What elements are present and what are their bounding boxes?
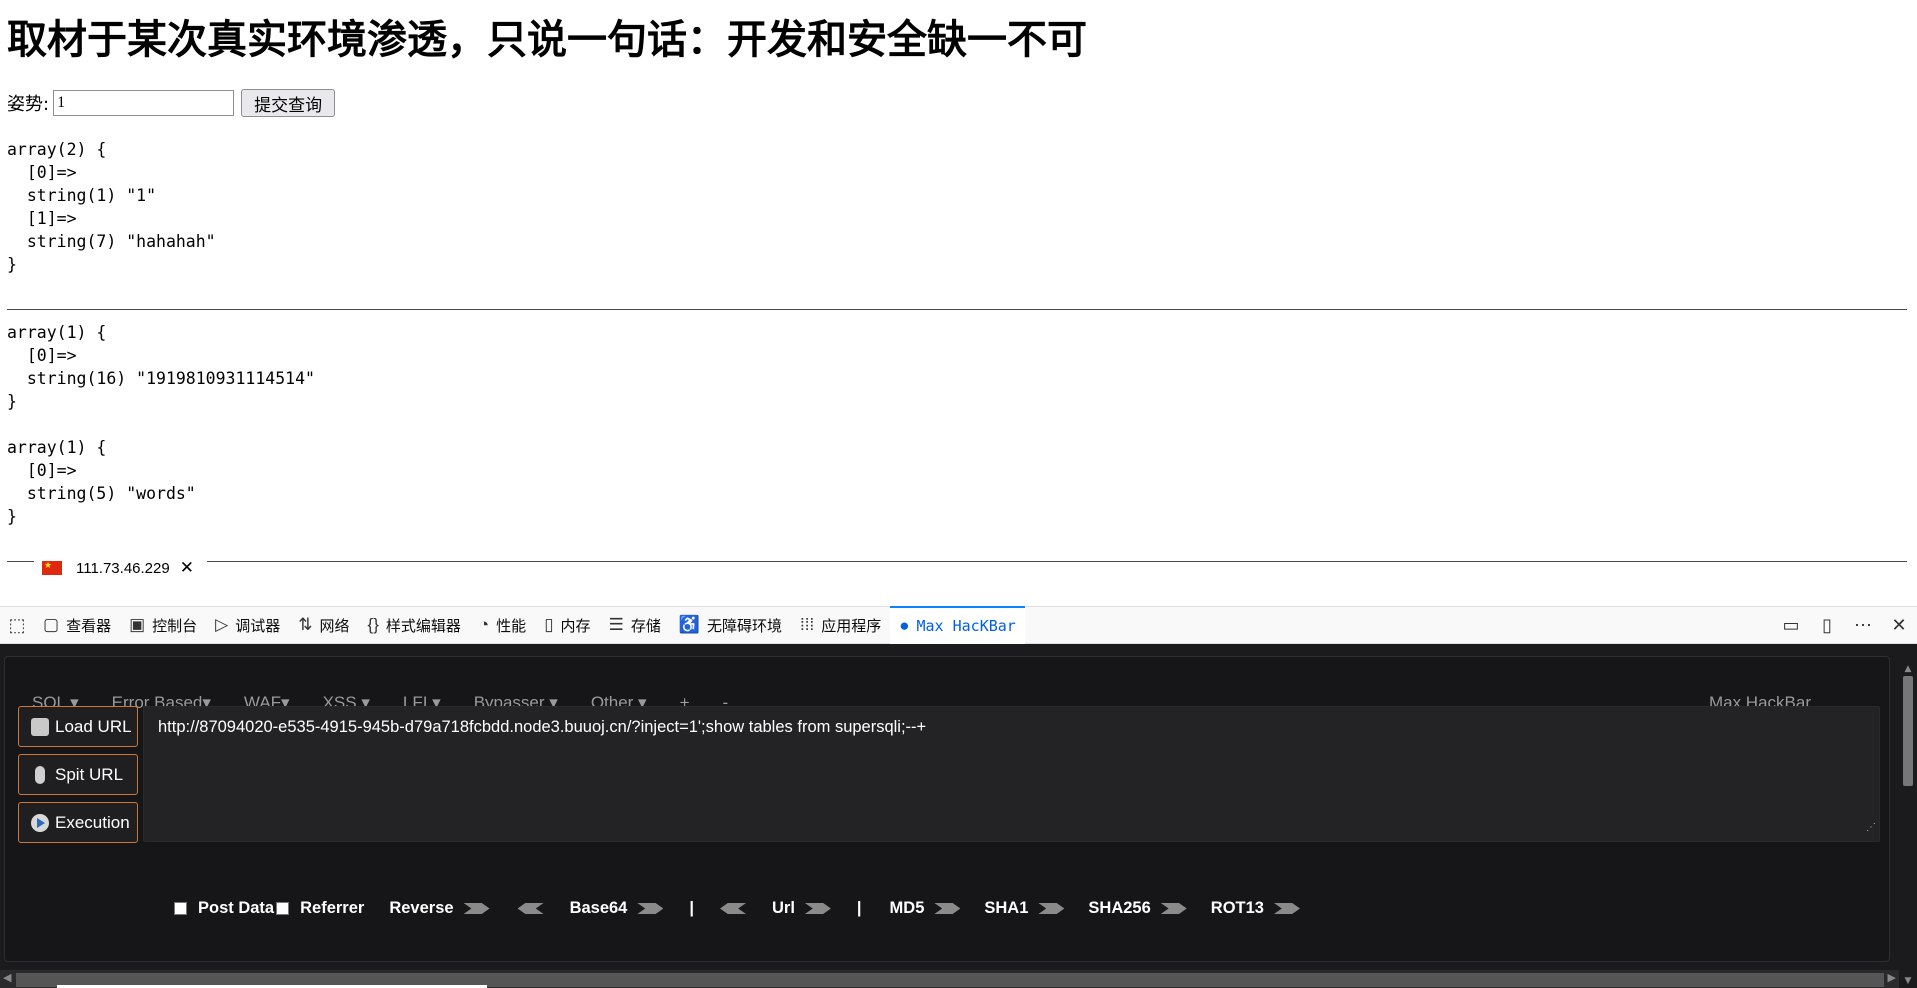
network-icon: ⇅ <box>298 615 313 634</box>
console-icon: ▣ <box>129 615 146 634</box>
chevron-right-icon[interactable] <box>934 903 961 914</box>
chevron-right-icon[interactable] <box>1273 903 1300 914</box>
scroll-up-icon[interactable]: ▲ <box>1899 664 1917 674</box>
memory-icon: ▯ <box>544 615 554 634</box>
hackbar-panel: SQL ▾ Error Based▾ WAF▾ XSS ▾ LFI ▾ Bypa… <box>0 644 1917 970</box>
web-page: 取材于某次真实环境渗透，只说一句话：开发和安全缺一不可 姿势: 提交查询 arr… <box>0 0 1917 606</box>
tab-memory[interactable]: ▯ 内存 <box>535 606 599 644</box>
tab-label: 样式编辑器 <box>385 617 461 635</box>
load-url-button[interactable]: Load URL <box>18 706 138 747</box>
close-icon[interactable]: ✕ <box>180 558 194 578</box>
tab-label: 查看器 <box>66 617 112 635</box>
tab-label: 控制台 <box>152 617 198 635</box>
devtools-toolbar: ⬚ ▢ 查看器 ▣ 控制台 ▷ 调试器 ⇅ 网络 {} 样式编辑器 ◔ 性能 ▯ 内存 ☰ 存储… <box>0 606 1917 644</box>
hackbar-options: Post Data Referrer Reverse Base64 | Url … <box>174 899 1304 918</box>
query-label: 姿势: <box>7 94 50 115</box>
tab-style-editor[interactable]: {} 样式编辑器 <box>359 606 470 644</box>
result-dump-2: array(1) { [0]=> string(16) "19198109311… <box>7 323 315 411</box>
chevron-right-icon[interactable] <box>637 903 664 914</box>
tab-label: 存储 <box>630 617 661 635</box>
tab-debugger[interactable]: ▷ 调试器 <box>206 606 289 644</box>
split-url-button[interactable]: Spit URL <box>18 754 138 795</box>
result-dump-3: array(1) { [0]=> string(5) "words" } <box>7 438 196 526</box>
split-icon <box>35 765 45 784</box>
china-flag-icon <box>42 561 62 575</box>
tab-application[interactable]: ⁞⁞⁞ 应用程序 <box>791 606 890 644</box>
tab-max-hackbar[interactable]: ● Max HacKBar <box>890 606 1025 644</box>
base64-button[interactable]: Base64 <box>570 899 628 918</box>
referrer-label: Referrer <box>300 899 365 917</box>
split-url-label: Spit URL <box>55 764 124 784</box>
close-devtools-icon[interactable]: ✕ <box>1881 615 1917 636</box>
query-form: 姿势: 提交查询 <box>7 89 336 117</box>
debugger-icon: ▷ <box>215 615 229 634</box>
chevron-right-icon[interactable] <box>1160 903 1187 914</box>
responsive-design-icon[interactable]: ▯ <box>1809 615 1845 636</box>
url-textarea[interactable]: http://87094020-e535-4915-945b-d79a718fc… <box>143 706 1880 842</box>
divider <box>7 561 1907 562</box>
tab-storage[interactable]: ☰ 存储 <box>600 606 670 644</box>
style-editor-icon: {} <box>367 615 379 634</box>
separator: | <box>689 899 694 917</box>
performance-icon: ◔ <box>478 615 490 634</box>
play-icon <box>31 813 49 832</box>
url-encode-button[interactable]: Url <box>772 899 795 918</box>
execution-label: Execution <box>55 812 130 832</box>
load-url-label: Load URL <box>55 716 132 736</box>
divider <box>7 309 1907 310</box>
tab-network[interactable]: ⇅ 网络 <box>289 606 358 644</box>
result-dump-1: array(2) { [0]=> string(1) "1" [1]=> str… <box>7 140 216 274</box>
tab-accessibility[interactable]: ♿ 无障碍环境 <box>670 606 791 644</box>
chevron-right-icon[interactable] <box>1038 903 1065 914</box>
tab-performance[interactable]: ◔ 性能 <box>470 606 535 644</box>
resize-handle-icon[interactable]: ⋰ <box>1866 817 1876 839</box>
inject-input[interactable] <box>53 90 235 116</box>
url-text: http://87094020-e535-4915-945b-d79a718fc… <box>158 718 927 736</box>
sha256-button[interactable]: SHA256 <box>1088 899 1150 918</box>
tab-label: 网络 <box>319 617 350 635</box>
reverse-button[interactable]: Reverse <box>389 899 453 918</box>
sha1-button[interactable]: SHA1 <box>984 899 1028 918</box>
execution-button[interactable]: Execution <box>18 802 138 843</box>
tab-label: 无障碍环境 <box>707 617 783 635</box>
vertical-scrollbar[interactable]: ▲ ▼ <box>1899 662 1917 988</box>
tab-inspector[interactable]: ▢ 查看器 <box>34 606 120 644</box>
chevron-left-icon[interactable] <box>720 903 746 914</box>
md5-button[interactable]: MD5 <box>890 899 925 918</box>
scroll-down-icon[interactable]: ▼ <box>1899 976 1917 986</box>
application-icon: ⁞⁞⁞ <box>800 615 815 634</box>
accessibility-icon: ♿ <box>678 615 700 634</box>
post-data-label: Post Data <box>198 899 275 917</box>
tab-label: 应用程序 <box>821 617 882 635</box>
chevron-right-icon[interactable] <box>804 903 831 914</box>
element-picker-icon[interactable]: ⬚ <box>0 615 34 636</box>
scroll-right-icon[interactable]: ▶ <box>1888 971 1896 984</box>
chevron-left-icon[interactable] <box>517 903 544 914</box>
devtools-actions: ▭ ▯ ⋯ ✕ <box>1773 615 1917 636</box>
load-icon <box>31 717 49 736</box>
post-data-checkbox[interactable] <box>174 902 187 915</box>
dock-icon[interactable]: ▭ <box>1773 615 1809 636</box>
tab-console[interactable]: ▣ 控制台 <box>120 606 206 644</box>
tab-label: 调试器 <box>235 617 281 635</box>
hackbar-icon: ● <box>899 616 910 635</box>
ip-indicator: 111.73.46.229 ✕ <box>34 554 207 582</box>
separator: | <box>856 899 862 917</box>
tab-label: 内存 <box>560 617 591 635</box>
inspector-icon: ▢ <box>43 615 60 634</box>
page-title: 取材于某次真实环境渗透，只说一句话：开发和安全缺一不可 <box>7 17 1087 63</box>
storage-icon: ☰ <box>608 615 624 634</box>
more-options-icon[interactable]: ⋯ <box>1845 615 1881 636</box>
chevron-right-icon[interactable] <box>463 903 490 914</box>
ip-address: 111.73.46.229 <box>76 559 170 577</box>
submit-query-button[interactable]: 提交查询 <box>241 89 336 117</box>
tab-label: Max HacKBar <box>916 617 1016 635</box>
referrer-checkbox[interactable] <box>276 902 290 915</box>
rot13-button[interactable]: ROT13 <box>1211 899 1264 918</box>
scroll-left-icon[interactable]: ◀ <box>3 971 11 984</box>
scrollbar-thumb[interactable] <box>1903 676 1913 786</box>
tab-label: 性能 <box>496 617 527 635</box>
